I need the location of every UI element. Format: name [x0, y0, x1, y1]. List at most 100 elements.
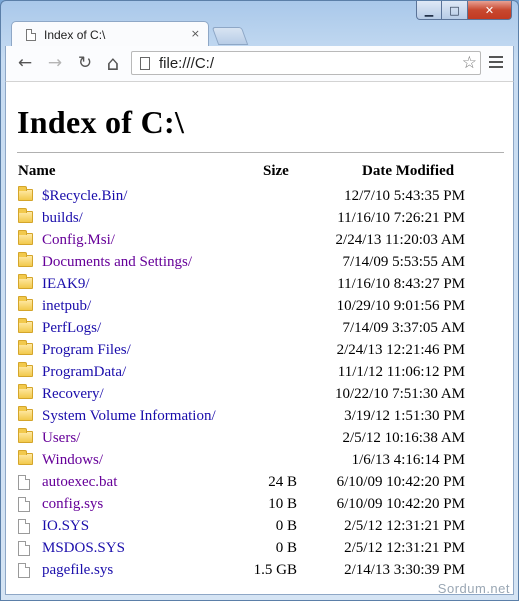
- reload-button[interactable]: ↻: [74, 52, 96, 74]
- folder-icon: [18, 186, 33, 201]
- date-modified-cell: 2/5/12 12:31:21 PM: [344, 540, 465, 556]
- date-modified-cell: 3/19/12 1:51:30 PM: [344, 408, 465, 424]
- folder-link[interactable]: ProgramData/: [42, 364, 126, 381]
- maximize-button[interactable]: □: [442, 1, 468, 20]
- window-controls: ▁ □ ✕: [416, 1, 512, 20]
- tab-title: Index of C:\: [44, 27, 106, 42]
- size-cell: 10 B: [268, 496, 297, 512]
- folder-icon: [18, 230, 33, 245]
- size-cell: 24 B: [268, 474, 297, 490]
- table-row: config.sys 10 B 6/10/09 10:42:20 PM: [18, 494, 498, 516]
- column-header-name[interactable]: Name: [18, 163, 56, 180]
- date-modified-cell: 7/14/09 5:53:55 AM: [342, 254, 465, 270]
- table-row: PerfLogs/7/14/09 3:37:05 AM: [18, 318, 498, 340]
- folder-link[interactable]: IEAK9/: [42, 276, 90, 293]
- page-content: Index of C:\ Name Size Date Modified $Re…: [5, 81, 514, 595]
- document-icon: [140, 56, 150, 70]
- folder-link[interactable]: Users/: [42, 430, 80, 447]
- new-tab-button[interactable]: [211, 27, 249, 45]
- size-cell: 0 B: [275, 518, 297, 534]
- table-row: $Recycle.Bin/12/7/10 5:43:35 PM: [18, 186, 498, 208]
- file-icon: [18, 475, 30, 490]
- menu-bar: [489, 66, 503, 68]
- omnibox[interactable]: ☆: [131, 51, 481, 75]
- folder-link[interactable]: System Volume Information/: [42, 408, 216, 425]
- browser-window: ▁ □ ✕ Index of C:\ × ← → ↻ ⌂ ☆: [0, 0, 519, 601]
- table-row: inetpub/10/29/10 9:01:56 PM: [18, 296, 498, 318]
- date-modified-cell: 11/16/10 7:26:21 PM: [337, 210, 465, 226]
- menu-bar: [489, 56, 503, 58]
- folder-link[interactable]: Windows/: [42, 452, 103, 469]
- forward-button[interactable]: →: [44, 52, 66, 74]
- date-modified-cell: 2/14/13 3:30:39 PM: [344, 562, 465, 578]
- url-input[interactable]: [159, 54, 449, 72]
- minimize-icon: ▁: [424, 3, 434, 17]
- folder-link[interactable]: builds/: [42, 210, 83, 227]
- table-row: Documents and Settings/7/14/09 5:53:55 A…: [18, 252, 498, 274]
- table-row: ProgramData/11/1/12 11:06:12 PM: [18, 362, 498, 384]
- page-icon: [26, 28, 36, 41]
- chrome-menu-button[interactable]: [489, 56, 503, 71]
- folder-icon: [18, 362, 33, 377]
- folder-icon: [18, 450, 33, 465]
- file-link[interactable]: config.sys: [42, 496, 103, 513]
- folder-icon: [18, 406, 33, 421]
- folder-link[interactable]: PerfLogs/: [42, 320, 101, 337]
- bookmark-star-icon[interactable]: ☆: [462, 53, 477, 73]
- file-link[interactable]: autoexec.bat: [42, 474, 117, 491]
- date-modified-cell: 7/14/09 3:37:05 AM: [342, 320, 465, 336]
- divider: [17, 152, 504, 153]
- table-row: Recovery/10/22/10 7:51:30 AM: [18, 384, 498, 406]
- tab-close-icon[interactable]: ×: [191, 27, 200, 40]
- date-modified-cell: 6/10/09 10:42:20 PM: [336, 496, 465, 512]
- column-header-size[interactable]: Size: [263, 163, 289, 180]
- file-link[interactable]: IO.SYS: [42, 518, 89, 535]
- date-modified-cell: 2/5/12 12:31:21 PM: [344, 518, 465, 534]
- folder-link[interactable]: Program Files/: [42, 342, 131, 359]
- date-modified-cell: 1/6/13 4:16:14 PM: [351, 452, 465, 468]
- menu-bar: [489, 61, 503, 63]
- table-row: IEAK9/11/16/10 8:43:27 PM: [18, 274, 498, 296]
- file-icon: [18, 563, 30, 578]
- table-row: Config.Msi/2/24/13 11:20:03 AM: [18, 230, 498, 252]
- home-button[interactable]: ⌂: [102, 51, 124, 75]
- folder-icon: [18, 274, 33, 289]
- table-row: pagefile.sys 1.5 GB 2/14/13 3:30:39 PM: [18, 560, 498, 582]
- reload-icon: ↻: [77, 53, 93, 73]
- tab-index-of-c[interactable]: Index of C:\ ×: [11, 21, 209, 47]
- watermark: Sordum.net: [437, 581, 510, 596]
- date-modified-cell: 12/7/10 5:43:35 PM: [344, 188, 465, 204]
- folder-link[interactable]: Documents and Settings/: [42, 254, 192, 271]
- toolbar: ← → ↻ ⌂ ☆: [5, 46, 514, 81]
- close-icon: ✕: [484, 3, 495, 17]
- folder-link[interactable]: inetpub/: [42, 298, 91, 315]
- date-modified-cell: 10/29/10 9:01:56 PM: [336, 298, 465, 314]
- date-modified-cell: 6/10/09 10:42:20 PM: [336, 474, 465, 490]
- date-modified-cell: 11/16/10 8:43:27 PM: [337, 276, 465, 292]
- folder-icon: [18, 384, 33, 399]
- home-icon: ⌂: [106, 51, 120, 75]
- folder-link[interactable]: Recovery/: [42, 386, 104, 403]
- table-row: System Volume Information/3/19/12 1:51:3…: [18, 406, 498, 428]
- file-link[interactable]: MSDOS.SYS: [42, 540, 125, 557]
- folder-icon: [18, 428, 33, 443]
- folder-icon: [18, 252, 33, 267]
- folder-link[interactable]: $Recycle.Bin/: [42, 188, 127, 205]
- size-cell: 0 B: [275, 540, 297, 556]
- file-link[interactable]: pagefile.sys: [42, 562, 113, 579]
- table-row: Program Files/2/24/13 12:21:46 PM: [18, 340, 498, 362]
- back-arrow-icon: ←: [17, 53, 33, 73]
- forward-arrow-icon: →: [47, 53, 63, 73]
- table-row: IO.SYS 0 B 2/5/12 12:31:21 PM: [18, 516, 498, 538]
- table-row: MSDOS.SYS 0 B 2/5/12 12:31:21 PM: [18, 538, 498, 560]
- column-header-date-modified[interactable]: Date Modified: [362, 163, 454, 180]
- folder-icon: [18, 208, 33, 223]
- folder-link[interactable]: Config.Msi/: [42, 232, 115, 249]
- close-window-button[interactable]: ✕: [468, 1, 512, 20]
- size-cell: 1.5 GB: [253, 562, 297, 578]
- folder-icon: [18, 340, 33, 355]
- page-title: Index of C:\: [17, 104, 185, 140]
- back-button[interactable]: ←: [14, 52, 36, 74]
- folder-icon: [18, 318, 33, 333]
- minimize-button[interactable]: ▁: [416, 1, 442, 20]
